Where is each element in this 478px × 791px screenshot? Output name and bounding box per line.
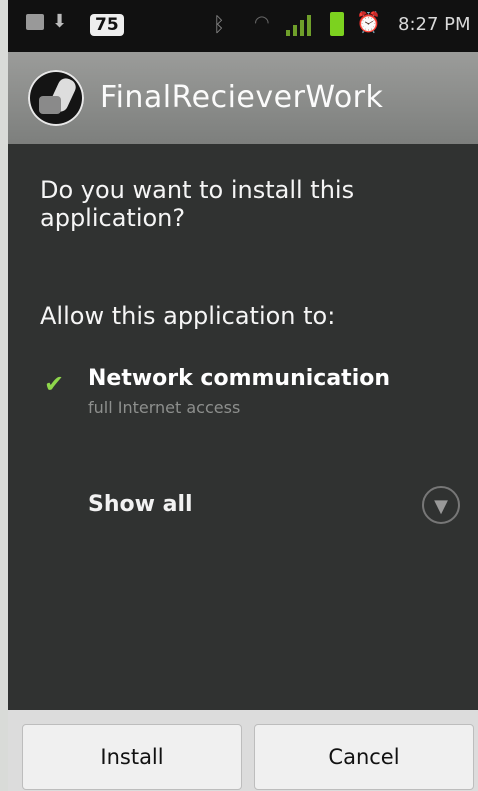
cancel-button[interactable]: Cancel bbox=[254, 724, 474, 790]
checkmark-icon: ✔ bbox=[44, 370, 65, 398]
status-bar: ⬇ 75 ᛒ ◠ ⏰ 8:27 PM bbox=[8, 0, 478, 52]
battery-icon bbox=[330, 12, 344, 36]
phone-screen: ⬇ 75 ᛒ ◠ ⏰ 8:27 PM FinalRecieverWork Do … bbox=[8, 0, 478, 791]
install-content: Do you want to install this application?… bbox=[8, 144, 478, 710]
install-button[interactable]: Install bbox=[22, 724, 242, 790]
title-bar: FinalRecieverWork bbox=[8, 52, 478, 144]
app-title: FinalRecieverWork bbox=[100, 80, 384, 115]
allow-heading: Allow this application to: bbox=[40, 302, 336, 330]
wifi-icon: ◠ bbox=[254, 12, 270, 33]
permission-subtitle: full Internet access bbox=[88, 398, 241, 417]
photo-notification-icon bbox=[26, 14, 44, 30]
bluetooth-icon: ᛒ bbox=[213, 12, 225, 36]
button-bar: Install Cancel bbox=[8, 710, 478, 791]
show-all-label[interactable]: Show all bbox=[88, 492, 193, 517]
install-question: Do you want to install this application? bbox=[40, 176, 355, 232]
permission-title: Network communication bbox=[88, 366, 391, 391]
chevron-down-icon[interactable]: ▼ bbox=[422, 486, 460, 524]
download-icon: ⬇ bbox=[52, 11, 68, 32]
signal-icon bbox=[286, 15, 311, 36]
notification-count-badge: 75 bbox=[90, 14, 124, 36]
app-icon bbox=[28, 70, 84, 126]
alarm-icon: ⏰ bbox=[356, 10, 381, 34]
clock: 8:27 PM bbox=[398, 14, 471, 35]
